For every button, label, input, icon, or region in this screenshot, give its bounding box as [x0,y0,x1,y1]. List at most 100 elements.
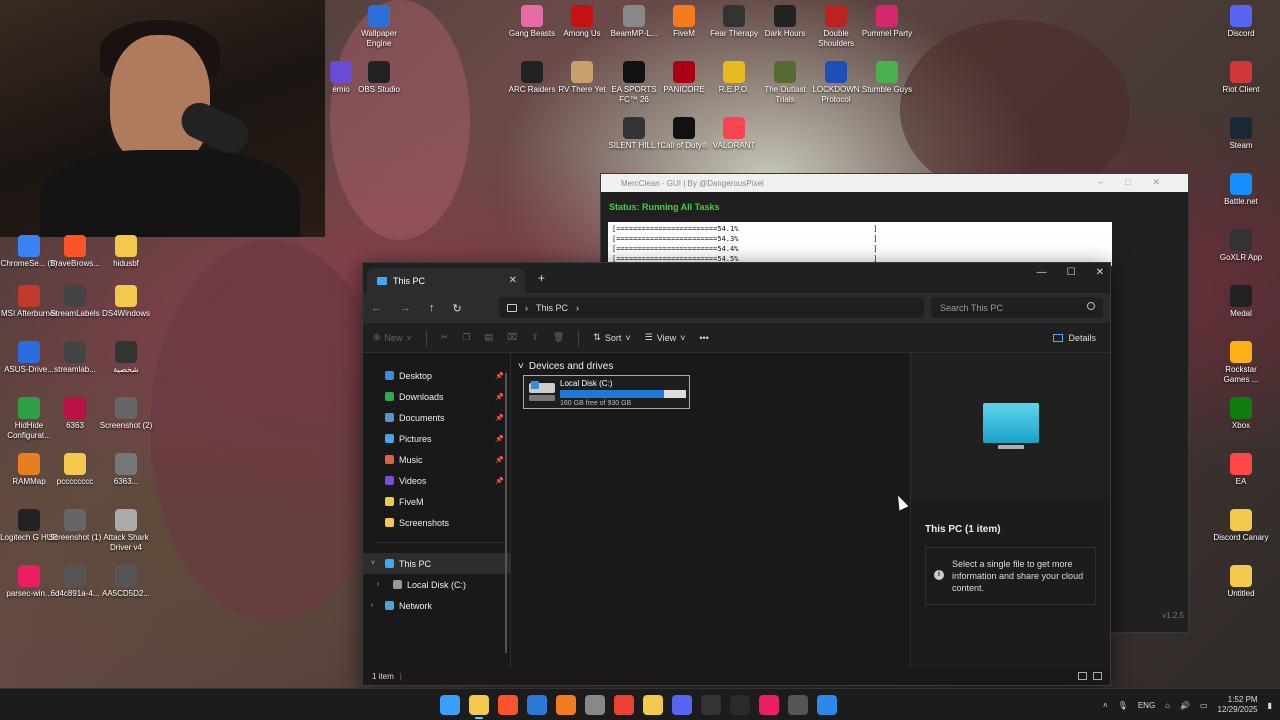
back-arrow-icon[interactable]: ← [371,302,382,314]
desktop-icon-discord-canary[interactable]: Discord Canary [1212,509,1270,543]
desktop-icon-6d4c891a-4[interactable]: 6d4c891a-4... [46,565,104,599]
taskbar-file-explorer-icon[interactable] [469,695,489,719]
cut-icon[interactable]: ✂ [441,332,449,343]
desktop-icon-discord[interactable]: Discord [1212,5,1270,39]
sidebar-item-local-disk[interactable]: › Local Disk (C:) [363,574,510,595]
local-disk-tile[interactable]: Local Disk (C:) 160 GB free of 930 GB [523,375,690,409]
clock[interactable]: 1:52 PM 12/29/2025 [1218,695,1258,715]
desktop-icon-hidusbf[interactable]: hidusbf [97,235,155,269]
delete-icon[interactable]: 🗑 [553,332,564,343]
desktop-icon-dark-hours[interactable]: Dark Hours [756,5,814,39]
paste-icon[interactable]: ▤ [484,332,493,343]
taskbar-discord-icon[interactable] [672,695,692,715]
tab-close-icon[interactable]: ✕ [509,275,517,286]
desktop-icon-riot-client[interactable]: Riot Client [1212,61,1270,95]
mercclean-titlebar[interactable]: MercClean - GUI | By @DangerousPixel –□✕ [601,174,1188,192]
refresh-icon[interactable]: ↻ [453,302,462,315]
sidebar-item-network[interactable]: › Network [363,595,510,616]
more-options-button[interactable]: ••• [699,333,708,343]
navigation-scrollbar[interactable] [505,373,507,653]
details-pane-button[interactable]: Details [1053,333,1096,343]
desktop-icon-ea[interactable]: EA [1212,453,1270,487]
desktop-icon-the-outlast-trials[interactable]: The Outlast Trials [756,61,814,105]
desktop-icon-untitled[interactable]: Untitled [1212,565,1270,599]
taskbar-fivem-icon[interactable] [556,695,576,715]
battery-icon[interactable]: ▭ [1200,701,1208,710]
sidebar-item-music[interactable]: Music 📌 [363,449,510,470]
chevron-down-icon[interactable]: ˅ [371,560,375,567]
desktop-icon-pcccccccc[interactable]: pcccccccc [46,453,104,487]
language-indicator[interactable]: ENG [1138,701,1155,710]
details-view-icon[interactable] [1078,672,1087,680]
desktop-icon-battle-net[interactable]: Battle.net [1212,173,1270,207]
sidebar-item-fivem[interactable]: FiveM [363,491,510,512]
taskbar-store-icon[interactable] [527,695,547,715]
sidebar-item-this-pc[interactable]: ˅ This PC [363,553,510,574]
sidebar-item-videos[interactable]: Videos 📌 [363,470,510,491]
desktop-icon-6363[interactable]: 6363 [46,397,104,431]
sidebar-item-documents[interactable]: Documents 📌 [363,407,510,428]
close-button[interactable]: ✕ [1096,267,1104,278]
taskbar-medal-icon[interactable] [701,695,721,715]
sort-button[interactable]: ⇅ Sort ˅ [593,332,630,343]
taskbar-discord-canary-icon[interactable] [643,695,663,715]
file-explorer-window[interactable]: This PC ✕ + — ☐ ✕ ← → ↑ ↻ › This PC › Se… [362,262,1111,686]
desktop-icon-aa5cd5d2[interactable]: AA5CD5D2... [97,565,155,599]
desktop-icon-bravebrows[interactable]: BraveBrows... [46,235,104,269]
share-icon[interactable]: ⇪ [531,332,539,343]
taskbar-chrome-icon[interactable] [614,695,634,715]
taskbar-brave-icon[interactable] [498,695,518,715]
desktop-icon-wallpaper-engine[interactable]: Wallpaper Engine [350,5,408,49]
taskbar-start-icon[interactable] [440,695,460,715]
maximize-button[interactable]: ☐ [1067,267,1076,278]
desktop-icon-pummel-party[interactable]: Pummel Party [858,5,916,39]
taskbar-task-view-icon[interactable] [788,695,808,715]
desktop-icon-streamlabels[interactable]: StreamLabels [46,285,104,319]
desktop-icon-emio[interactable]: emio [312,61,370,95]
tiles-view-icon[interactable] [1093,672,1102,680]
search-input[interactable]: Search This PC [931,297,1103,318]
desktop-icon-item[interactable]: شخصية [97,341,155,375]
desktop-icon-rockstar-games[interactable]: Rockstar Games ... [1212,341,1270,385]
desktop-icon-screenshot-1[interactable]: Screenshot (1) [46,509,104,543]
volume-icon[interactable]: 🔊 [1180,701,1190,710]
desktop-icon-r-e-p-o[interactable]: R.E.P.O. [705,61,763,95]
desktop-icon-goxlr-app[interactable]: GoXLR App [1212,229,1270,263]
notification-icon[interactable]: ▮ [1268,701,1272,710]
pin-icon[interactable]: 📌 [495,372,504,380]
network-icon[interactable]: ⌂ [1165,701,1170,710]
desktop-icon-stumble-guys[interactable]: Stumble Guys [858,61,916,95]
rename-icon[interactable]: ⌧ [507,332,517,343]
forward-arrow-icon[interactable]: → [400,302,411,314]
tab-this-pc[interactable]: This PC ✕ [367,268,525,293]
desktop-icon-double-shoulders[interactable]: Double Shoulders [807,5,865,49]
pin-icon[interactable]: 📌 [495,393,504,401]
pin-icon[interactable]: 📌 [495,456,504,464]
pin-icon[interactable]: 📌 [495,414,504,422]
taskbar-parsec-icon[interactable] [759,695,779,715]
taskbar-mercclean-icon[interactable] [817,695,837,715]
copy-icon[interactable]: ❐ [462,332,470,343]
microphone-icon[interactable]: 🎙 [1118,701,1128,710]
sidebar-item-desktop[interactable]: Desktop 📌 [363,365,510,386]
breadcrumb[interactable]: This PC [536,303,568,313]
pin-icon[interactable]: 📌 [495,435,504,443]
desktop-icon-steam[interactable]: Steam [1212,117,1270,151]
minimize-button[interactable]: — [1037,267,1047,278]
mercclean-window-controls[interactable]: –□✕ [1098,177,1182,188]
desktop-icon-attack-shark-driver-v4[interactable]: Attack Shark Driver v4 [97,509,155,553]
taskbar-goxlr-icon[interactable] [730,695,750,715]
desktop-icon-fear-therapy[interactable]: Fear Therapy [705,5,763,39]
desktop-icon-xbox[interactable]: Xbox [1212,397,1270,431]
desktop-icon-screenshot-2[interactable]: Screenshot (2) [97,397,155,431]
desktop-icon-streamlab[interactable]: streamlab... [46,341,104,375]
chevron-up-icon[interactable]: ˄ [1103,701,1108,710]
chevron-right-icon[interactable]: › [377,581,379,588]
sidebar-item-downloads[interactable]: Downloads 📌 [363,386,510,407]
group-header[interactable]: ˅ Devices and drives [513,353,910,372]
view-button[interactable]: ☰ View ˅ [645,332,686,343]
desktop-icon-among-us[interactable]: Among Us [553,5,611,39]
sidebar-item-pictures[interactable]: Pictures 📌 [363,428,510,449]
desktop-icon-6363[interactable]: 6363... [97,453,155,487]
desktop-icon-medal[interactable]: Medal [1212,285,1270,319]
